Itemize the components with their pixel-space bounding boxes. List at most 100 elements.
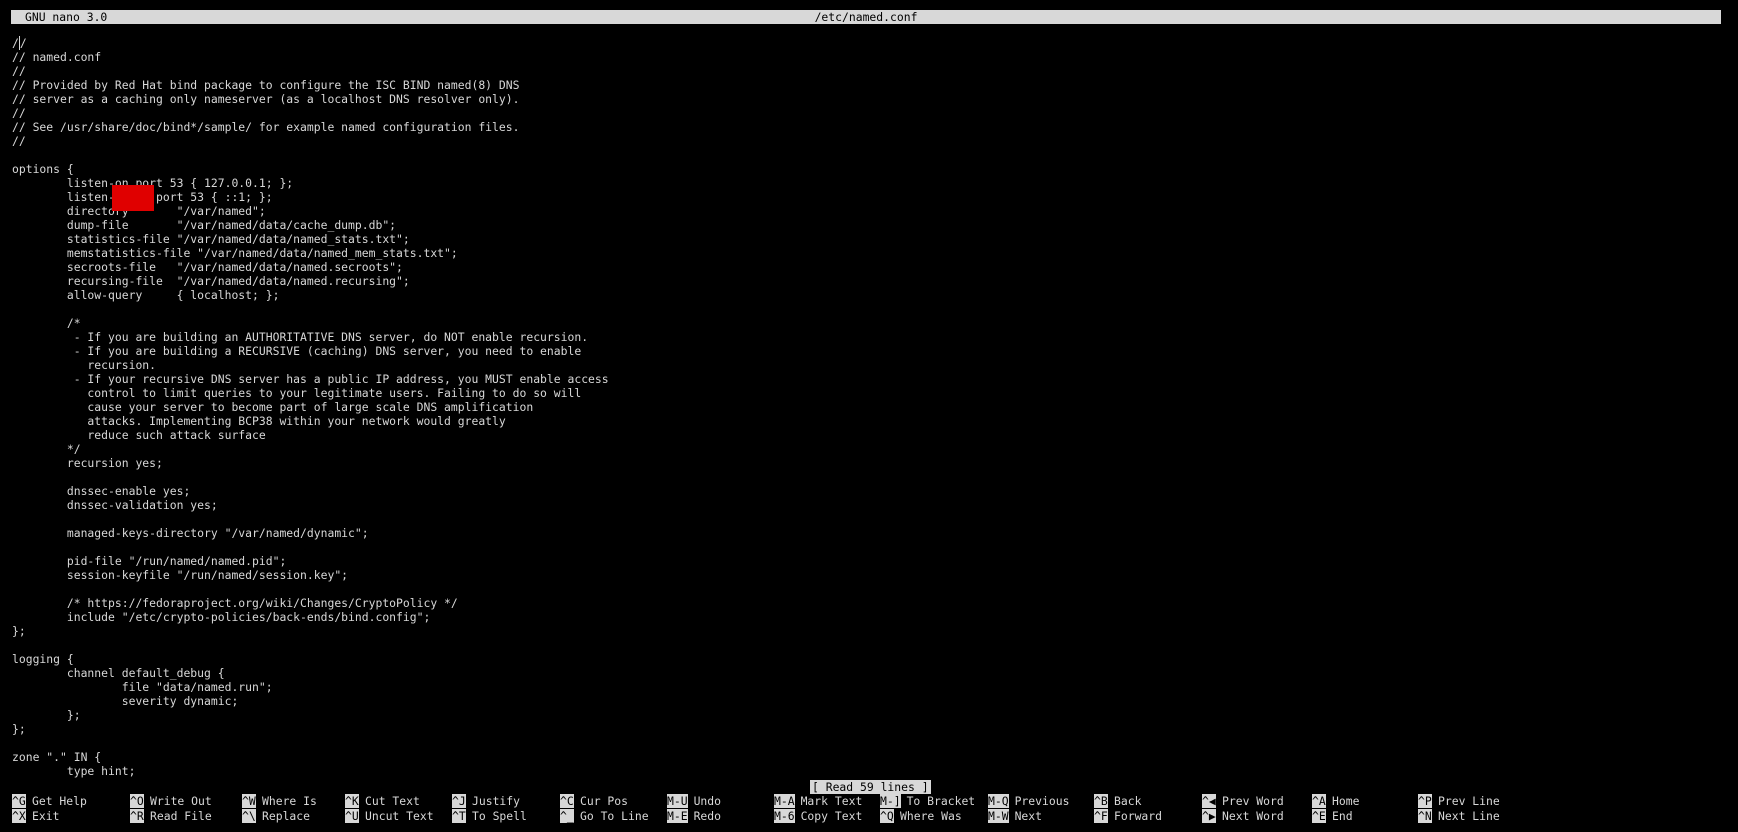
shortcut-undo[interactable]: M-U Undo — [667, 794, 721, 808]
shortcut-key: ^K — [345, 794, 359, 808]
editor-line[interactable] — [12, 638, 1728, 652]
editor-line[interactable] — [12, 302, 1728, 316]
file-name: /etc/named.conf — [814, 10, 918, 24]
shortcut-key: ^_ — [560, 809, 574, 823]
shortcut-write-out[interactable]: ^O Write Out — [130, 794, 212, 808]
editor-line[interactable]: - If your recursive DNS server has a pub… — [12, 372, 1728, 386]
editor-line[interactable]: statistics-file "/var/named/data/named_s… — [12, 232, 1728, 246]
editor-line[interactable]: }; — [12, 708, 1728, 722]
shortcut-where-was[interactable]: ^Q Where Was — [880, 809, 962, 823]
shortcut-key: ^O — [130, 794, 144, 808]
editor-line[interactable]: channel default_debug { — [12, 666, 1728, 680]
shortcut-copy-text[interactable]: M-6 Copy Text — [774, 809, 862, 823]
editor-line[interactable]: dnssec-enable yes; — [12, 484, 1728, 498]
shortcut-replace[interactable]: ^\ Replace — [242, 809, 310, 823]
editor-line[interactable]: secroots-file "/var/named/data/named.sec… — [12, 260, 1728, 274]
shortcut-label: To Spell — [472, 809, 527, 823]
shortcut-key: M-U — [667, 794, 688, 808]
editor-line-text: / — [19, 36, 27, 50]
shortcut-key: ^P — [1418, 794, 1432, 808]
editor-line[interactable]: dnssec-validation yes; — [12, 498, 1728, 512]
shortcut-uncut-text[interactable]: ^U Uncut Text — [345, 809, 434, 823]
shortcut-forward[interactable]: ^F Forward — [1094, 809, 1162, 823]
shortcut-label: Write Out — [150, 794, 212, 808]
editor-line[interactable] — [12, 148, 1728, 162]
editor-line[interactable]: session-keyfile "/run/named/session.key"… — [12, 568, 1728, 582]
shortcut-read-file[interactable]: ^R Read File — [130, 809, 212, 823]
shortcut-key: ^T — [452, 809, 466, 823]
editor-line[interactable]: /* — [12, 316, 1728, 330]
editor-line[interactable]: directory "/var/named"; — [12, 204, 1728, 218]
shortcut-key: ^C — [560, 794, 574, 808]
editor-line[interactable]: /* https://fedoraproject.org/wiki/Change… — [12, 596, 1728, 610]
editor-line[interactable]: recursion yes; — [12, 456, 1728, 470]
editor-line[interactable]: }; — [12, 624, 1728, 638]
editor-line[interactable]: managed-keys-directory "/var/named/dynam… — [12, 526, 1728, 540]
editor-line[interactable]: }; — [12, 722, 1728, 736]
editor-line[interactable]: - If you are building a RECURSIVE (cachi… — [12, 344, 1728, 358]
editor-line[interactable]: - If you are building an AUTHORITATIVE D… — [12, 330, 1728, 344]
editor-line[interactable]: // See /usr/share/doc/bind*/sample/ for … — [12, 120, 1728, 134]
editor-line[interactable]: logging { — [12, 652, 1728, 666]
editor-line[interactable]: cause your server to become part of larg… — [12, 400, 1728, 414]
shortcut-to-bracket[interactable]: M-] To Bracket — [880, 794, 975, 808]
shortcut-get-help[interactable]: ^G Get Help — [12, 794, 87, 808]
shortcut-where-is[interactable]: ^W Where Is — [242, 794, 317, 808]
editor-line[interactable]: include "/etc/crypto-policies/back-ends/… — [12, 610, 1728, 624]
editor-line[interactable] — [12, 470, 1728, 484]
editor-line[interactable] — [12, 540, 1728, 554]
editor-line[interactable]: control to limit queries to your legitim… — [12, 386, 1728, 400]
editor-line[interactable] — [12, 736, 1728, 750]
editor-line[interactable]: // — [12, 36, 1728, 50]
editor-line[interactable]: */ — [12, 442, 1728, 456]
editor-line[interactable]: memstatistics-file "/var/named/data/name… — [12, 246, 1728, 260]
editor-line[interactable]: options { — [12, 162, 1728, 176]
shortcut-key: ^Q — [880, 809, 894, 823]
shortcut-prev-word[interactable]: ^◀ Prev Word — [1202, 794, 1284, 808]
shortcut-prev-line[interactable]: ^P Prev Line — [1418, 794, 1500, 808]
editor-line[interactable]: // named.conf — [12, 50, 1728, 64]
shortcut-to-spell[interactable]: ^T To Spell — [452, 809, 527, 823]
shortcut-key: ^◀ — [1202, 794, 1216, 808]
editor-line[interactable]: type hint; — [12, 764, 1728, 778]
shortcut-key: ^J — [452, 794, 466, 808]
editor-line[interactable]: allow-query { localhost; }; — [12, 288, 1728, 302]
editor-line[interactable]: // — [12, 106, 1728, 120]
editor-line[interactable]: // — [12, 64, 1728, 78]
shortcut-mark-text[interactable]: M-A Mark Text — [774, 794, 862, 808]
shortcut-label: Read File — [150, 809, 212, 823]
shortcut-exit[interactable]: ^X Exit — [12, 809, 59, 823]
editor-line[interactable]: recursing-file "/var/named/data/named.re… — [12, 274, 1728, 288]
editor-line[interactable]: file "data/named.run"; — [12, 680, 1728, 694]
shortcut-back[interactable]: ^B Back — [1094, 794, 1141, 808]
editor-line[interactable]: reduce such attack surface — [12, 428, 1728, 442]
editor-line[interactable]: zone "." IN { — [12, 750, 1728, 764]
editor-line[interactable]: // server as a caching only nameserver (… — [12, 92, 1728, 106]
shortcut-next-line[interactable]: ^N Next Line — [1418, 809, 1500, 823]
editor-line[interactable]: listen-on-v6 port 53 { ::1; }; — [12, 190, 1728, 204]
shortcut-justify[interactable]: ^J Justify — [452, 794, 520, 808]
title-bar: GNU nano 3.0 /etc/named.conf — [11, 10, 1721, 24]
status-message: [ Read 59 lines ] — [810, 780, 931, 794]
shortcut-next-word[interactable]: ^▶ Next Word — [1202, 809, 1284, 823]
text-editor-area[interactable]: //// named.conf//// Provided by Red Hat … — [12, 36, 1728, 778]
shortcut-go-to-line[interactable]: ^_ Go To Line — [560, 809, 649, 823]
editor-line[interactable]: pid-file "/run/named/named.pid"; — [12, 554, 1728, 568]
editor-line[interactable] — [12, 582, 1728, 596]
shortcut-cur-pos[interactable]: ^C Cur Pos — [560, 794, 628, 808]
editor-line[interactable]: dump-file "/var/named/data/cache_dump.db… — [12, 218, 1728, 232]
editor-line[interactable]: severity dynamic; — [12, 694, 1728, 708]
shortcut-home[interactable]: ^A Home — [1312, 794, 1359, 808]
editor-line[interactable]: recursion. — [12, 358, 1728, 372]
shortcut-redo[interactable]: M-E Redo — [667, 809, 721, 823]
shortcut-cut-text[interactable]: ^K Cut Text — [345, 794, 420, 808]
editor-line[interactable] — [12, 512, 1728, 526]
editor-line[interactable]: // Provided by Red Hat bind package to c… — [12, 78, 1728, 92]
shortcut-previous[interactable]: M-Q Previous — [988, 794, 1069, 808]
editor-line[interactable]: // — [12, 134, 1728, 148]
shortcut-end[interactable]: ^E End — [1312, 809, 1353, 823]
shortcut-next[interactable]: M-W Next — [988, 809, 1042, 823]
editor-line[interactable]: listen-on port 53 { 127.0.0.1; }; — [12, 176, 1728, 190]
shortcut-label: Where Was — [900, 809, 962, 823]
editor-line[interactable]: attacks. Implementing BCP38 within your … — [12, 414, 1728, 428]
